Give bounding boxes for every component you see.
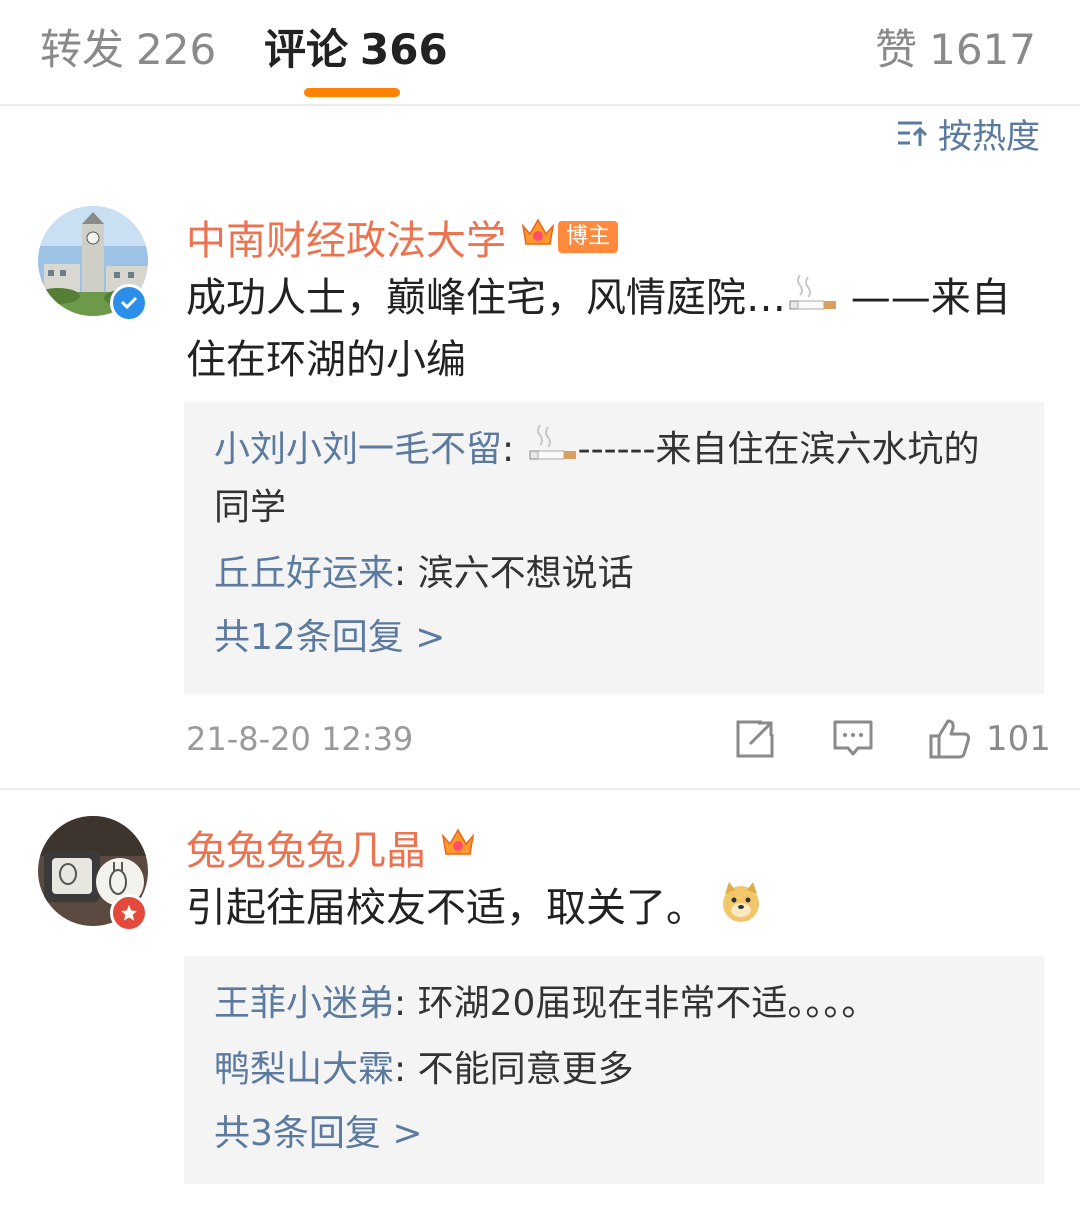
comment-username[interactable]: 兔兔兔兔几晶 (186, 818, 476, 876)
username-text: 中南财经政法大学 (186, 218, 506, 264)
comment-username[interactable]: 中南财经政法大学 博主 (186, 208, 619, 266)
reply-item: 鸭梨山大霖: 不能同意更多 (214, 1049, 634, 1090)
reply-author[interactable]: 鸭梨山大霖 (214, 1049, 394, 1090)
reply-author[interactable]: 王菲小迷弟 (214, 983, 394, 1024)
sort-by-hot-button[interactable]: 按热度 (896, 110, 1040, 157)
comment-text: 成功人士，巅峰住宅，风情庭院… ——来自住在环湖的小编 (186, 268, 1036, 390)
reply-author[interactable]: 小刘小刘一毛不留 (214, 429, 502, 470)
comment-item: 中南财经政法大学 博主 成功人士，巅峰住宅，风情庭院… ——来自住在环湖的小编 … (0, 206, 1080, 790)
view-all-replies-link[interactable]: 共12条回复 > (214, 612, 1014, 664)
tab-comments-count: 366 (360, 25, 448, 74)
reply-text: 滨六不想说话 (417, 552, 634, 594)
thumbs-up-icon (929, 719, 971, 759)
reply-preview-box[interactable]: 王菲小迷弟: 环湖20届现在非常不适。。。。 鸭梨山大霖: 不能同意更多 共3条… (184, 956, 1044, 1184)
sort-icon (898, 121, 928, 146)
tab-bar: 转发 226 评论 366 赞 1617 (0, 0, 1080, 106)
vip-crown-icon (520, 214, 556, 260)
comment-icon (833, 720, 873, 756)
reply-text: 不能同意更多 (417, 1049, 634, 1090)
doge-emoji-icon (719, 880, 763, 941)
comment-text: 引起往届校友不适，取关了。 (186, 878, 1036, 941)
comment-text-body: 引起往届校友不适，取关了。 (186, 885, 706, 931)
tab-comments[interactable]: 评论 366 (264, 16, 448, 77)
verified-badge-icon (110, 284, 148, 322)
tab-repost-count: 226 (136, 25, 217, 74)
comment-text-part1: 成功人士，巅峰住宅，风情庭院… (186, 275, 786, 321)
member-star-badge-icon (110, 894, 148, 932)
host-tag: 博主 (558, 221, 619, 253)
tab-likes-count: 1617 (929, 25, 1036, 74)
share-button[interactable] (734, 718, 776, 764)
tab-likes[interactable]: 赞 1617 (875, 16, 1036, 77)
like-button[interactable]: 101 (928, 718, 1051, 760)
reply-item: 王菲小迷弟: 环湖20届现在非常不适。。。。 (214, 983, 878, 1024)
sort-label: 按热度 (938, 116, 1040, 157)
share-icon (736, 720, 774, 758)
vip-crown-icon (440, 824, 476, 870)
reply-text: 环湖20届现在非常不适。。。。 (417, 983, 878, 1024)
comment-button[interactable] (832, 718, 874, 764)
reply-item: 丘丘好运来: 滨六不想说话 (214, 552, 634, 594)
reply-item: 小刘小刘一毛不留: ------来自住在滨六水坑的同学 (214, 422, 1014, 536)
view-all-replies-link[interactable]: 共3条回复 > (214, 1108, 1014, 1160)
like-count: 101 (986, 719, 1051, 759)
cigarette-emoji-icon (786, 270, 838, 330)
comment-item: 兔兔兔兔几晶 引起往届校友不适，取关了。 王菲小迷弟: 环湖20届现在非常不适。… (0, 816, 1080, 1211)
reply-preview-box[interactable]: 小刘小刘一毛不留: ------来自住在滨六水坑的同学 丘丘好运来: 滨六不想说… (184, 402, 1044, 694)
cigarette-emoji-icon (526, 423, 578, 480)
reply-author[interactable]: 丘丘好运来 (214, 553, 394, 594)
tab-repost[interactable]: 转发 226 (40, 16, 216, 77)
comment-meta-bar: 21-8-20 12:39 101 (186, 718, 1051, 764)
comment-timestamp: 21-8-20 12:39 (186, 720, 414, 758)
username-text: 兔兔兔兔几晶 (186, 828, 426, 874)
tab-likes-label: 赞 (875, 25, 918, 74)
tab-repost-label: 转发 (40, 25, 125, 74)
tab-comments-label: 评论 (264, 25, 349, 74)
active-tab-indicator (304, 88, 400, 97)
